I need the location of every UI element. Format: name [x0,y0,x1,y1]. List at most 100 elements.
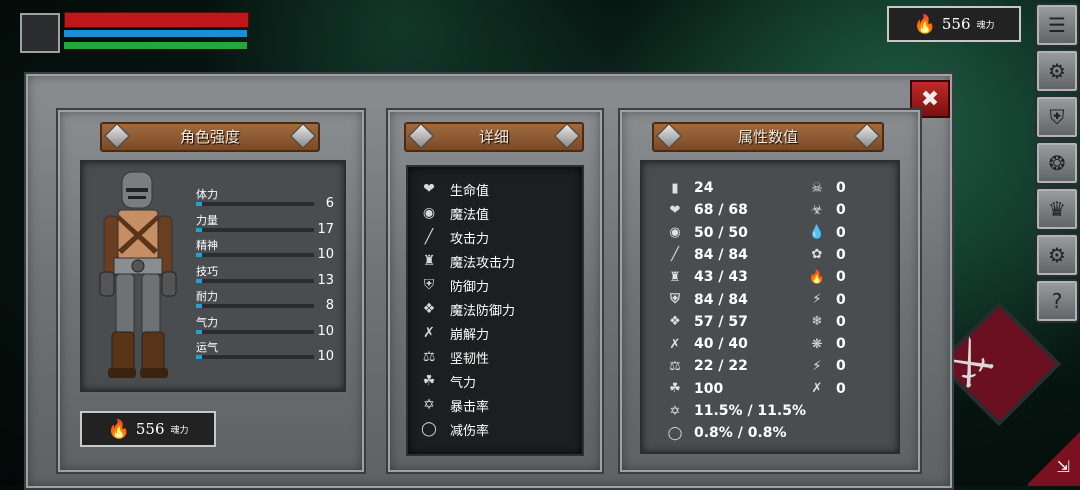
expand-icon: ⇲ [1056,457,1070,476]
stat-label: 精神 [196,239,218,252]
ice-resist-icon: ❋ [811,336,823,352]
attribute-row: ╱ 84 / 84 [666,245,748,265]
detail-label: 崩解力 [450,327,490,343]
heart-icon: ❤ [669,202,681,218]
portrait-slot[interactable] [20,13,60,53]
stat-value: 17 [317,221,334,237]
close-icon: ✖ [920,86,940,112]
equipment-button[interactable]: ⛨ [1035,95,1079,139]
stat-value: 8 [325,298,334,313]
menu-icon: ☰ [1048,13,1066,37]
sword-icon: ╱ [424,229,434,245]
soul-unit: 魂力 [976,20,995,31]
rivet-icon [656,123,682,149]
break-icon: ✗ [669,336,681,352]
rivet-icon [104,123,130,149]
attribute-panel-title: 属性数值 [737,128,798,146]
help-icon: ? [1051,289,1063,313]
stat-value: 6 [325,196,334,211]
stat-label: 运气 [196,341,218,354]
attribute-value: 50 / 50 [694,224,748,241]
shield-icon: ⛨ [423,277,435,293]
character-button[interactable]: ⚙ [1035,49,1079,93]
crown-icon: ♛ [1048,197,1066,221]
detail-row: ❤ 生命值 [420,178,489,200]
attribute-row: ▮ 24 [666,178,713,198]
stat-bar [196,227,314,232]
stat-label: 技巧 [196,264,218,278]
resistance-row: 🔥 0 [808,267,846,287]
detail-label: 魔法攻击力 [450,255,516,271]
menu-button[interactable]: ☰ [1035,3,1079,47]
character-panel-title: 角色强度 [179,128,240,146]
stat-value: 13 [317,272,334,288]
stat-label: 力量 [196,213,218,227]
break-icon: ✗ [423,325,435,341]
character-soul-count: 556 [135,420,165,438]
flame-icon: 🔥 [107,418,130,440]
stat-bar [196,304,314,308]
shield-icon: ⛨ [670,292,680,307]
flame-icon: 🔥 [913,13,936,35]
mana-icon: ◉ [669,225,681,241]
attribute-row: ◯ 0.8% / 0.8% [666,423,787,443]
resistance-value: 0 [836,380,846,397]
character-panel-header: 角色强度 [100,122,320,152]
resistance-value: 0 [836,202,846,219]
detail-row: ◉ 魔法值 [420,202,489,224]
resistance-row: ⚡ 0 [808,356,846,376]
attribute-value: 100 [694,380,724,397]
detail-row: ◯ 减伤率 [420,418,489,440]
detail-row: ☘ 气力 [420,370,476,392]
attribute-value: 57 / 57 [694,313,748,330]
magic-shield-icon: ❖ [669,314,681,330]
detail-label: 魔法防御力 [450,303,516,319]
magic-shield-icon: ❖ [422,301,436,317]
detail-panel-header: 详细 [404,122,584,152]
character-soul-counter: 🔥 556 魂力 [80,411,216,447]
resistance-value: 0 [836,358,846,375]
toxic-resist-icon: ☣ [811,202,823,218]
lungs-icon: ☘ [669,381,681,397]
soul-count: 556 [941,15,971,33]
help-button[interactable]: ? [1035,279,1079,323]
rivet-icon [408,123,434,149]
stat-bar-fill [196,355,202,359]
orb-icon: ❂ [1048,151,1066,175]
orb-button[interactable]: ❂ [1035,141,1079,185]
water-resist-icon: 💧 [808,225,826,241]
detail-label: 攻击力 [450,231,490,247]
stat-bar-fill [196,227,202,232]
settings-button[interactable]: ⚙ [1035,233,1079,277]
attribute-row: ✡ 11.5% / 11.5% [666,401,806,421]
tenacity-icon: ⚖ [669,358,681,374]
detail-row: ⛨ 防御力 [420,274,489,296]
attribute-value: 84 / 84 [694,291,748,308]
rivet-icon [290,123,316,149]
stat-value: 10 [317,349,334,364]
attribute-row: ☘ 100 [666,379,723,399]
detail-label: 气力 [450,375,477,391]
corner-expand-button[interactable]: ⇲ [1028,430,1080,486]
stat-bar-fill [196,304,202,308]
attribute-values-box: ▮ 24 ❤ 68 / 68 ◉ 50 / 50 ╱ 84 / 84 ♜ 43 / 43 ⛨ 84 /… [640,160,900,454]
knight-avatar [99,171,177,378]
crit-star-icon: ✡ [423,397,435,413]
attribute-value: 0.8% / 0.8% [694,425,787,442]
attribute-row: ⛨ 84 / 84 [666,290,748,310]
helmet-icon: ⛨ [1049,105,1065,129]
resistance-value: 0 [836,313,846,330]
detail-label: 减伤率 [450,423,490,439]
attribute-row: ❖ 57 / 57 [666,312,748,332]
poison-resist-icon: ☠ [811,180,823,196]
attribute-value: 22 / 22 [694,358,748,375]
resistance-row: 💧 0 [808,223,846,243]
bleed-resist-icon: ✿ [811,247,823,263]
crown-button[interactable]: ♛ [1035,187,1079,231]
attribute-value: 24 [694,180,714,196]
attribute-row: ⚖ 22 / 22 [666,356,748,376]
stat-value: 10 [317,247,334,262]
magic-attack-icon: ♜ [422,253,436,269]
stat-label: 耐力 [196,290,218,303]
detail-row: ✡ 暴击率 [420,394,489,416]
